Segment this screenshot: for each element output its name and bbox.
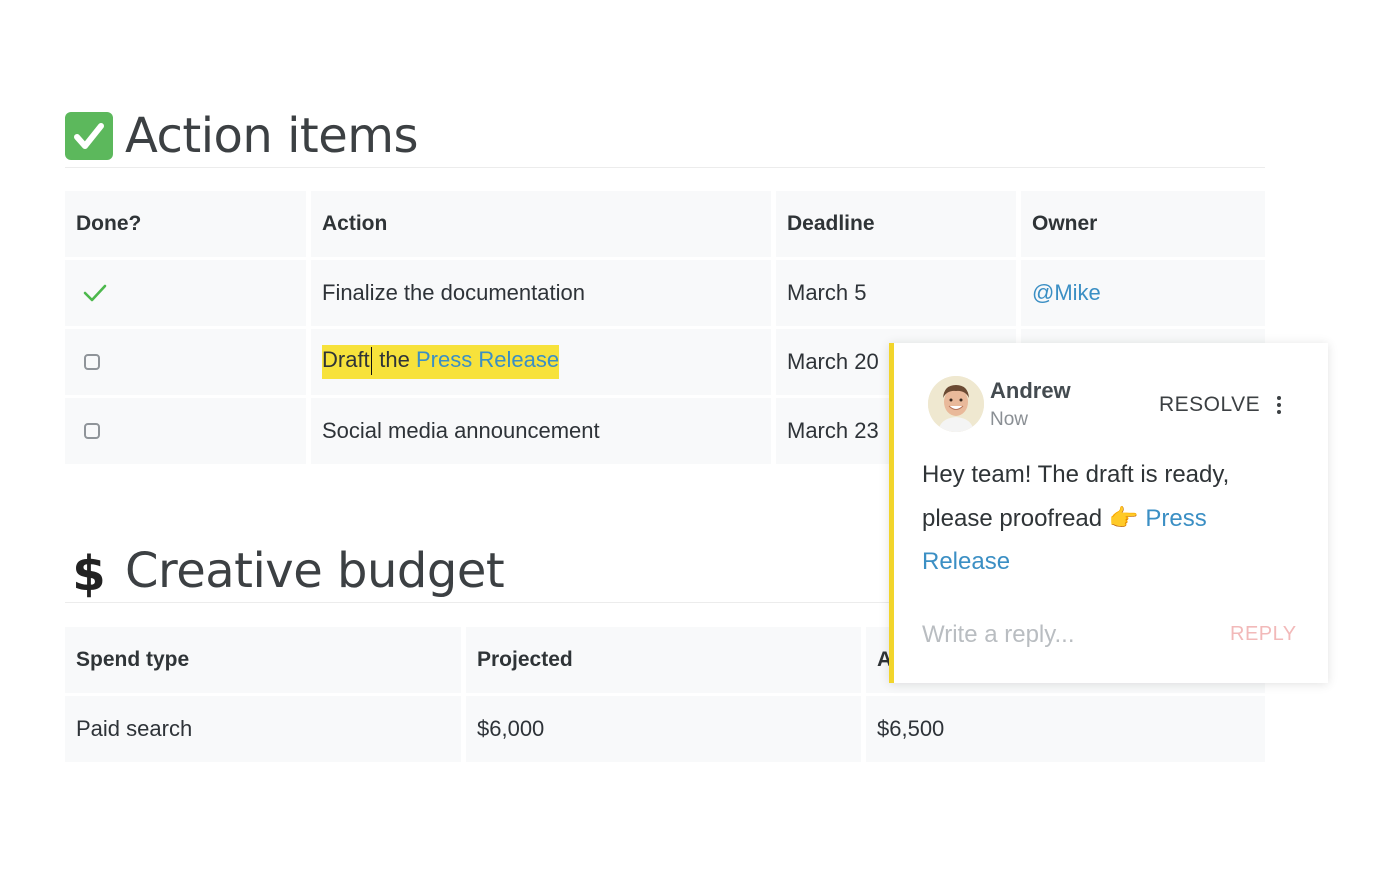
comment-body: Hey team! The draft is ready, please pro… — [922, 453, 1292, 584]
done-cell[interactable] — [65, 329, 306, 395]
owner-cell[interactable]: @Mike — [1021, 260, 1265, 326]
commented-highlight[interactable]: Draft the Press Release — [322, 344, 560, 380]
action-cell[interactable]: Social media announcement — [311, 398, 771, 464]
column-header-owner[interactable]: Owner — [1021, 191, 1265, 257]
check-mark-emoji-icon — [65, 112, 113, 160]
creative-budget-title: Creative budget — [125, 543, 505, 599]
comment-timestamp: Now — [990, 409, 1029, 430]
action-text: Draft — [322, 346, 370, 372]
avatar — [928, 376, 984, 432]
comment-author: Andrew — [990, 378, 1071, 403]
pointing-hand-emoji-icon: 👉 — [1108, 504, 1139, 532]
projected-cell[interactable]: $6,000 — [466, 696, 861, 762]
press-release-link[interactable]: Press Release — [416, 347, 559, 372]
dollar-sign-icon: $ — [72, 546, 106, 602]
comment-card: Andrew Now RESOLVE Hey team! The draft i… — [889, 343, 1328, 683]
more-options-icon[interactable] — [1275, 396, 1283, 418]
action-items-heading: Action items — [65, 105, 1265, 168]
spend-type-cell[interactable]: Paid search — [65, 696, 461, 762]
table-header-row: Done? Action Deadline Owner — [65, 191, 1265, 257]
done-cell[interactable] — [65, 260, 306, 326]
action-text-mid: the — [373, 346, 416, 372]
done-checkbox[interactable] — [84, 354, 100, 370]
table-row: Finalize the documentation March 5 @Mike — [65, 260, 1265, 326]
action-items-title: Action items — [125, 108, 419, 164]
resolve-button[interactable]: RESOLVE — [1159, 393, 1260, 417]
column-header-done[interactable]: Done? — [65, 191, 306, 257]
column-header-projected[interactable]: Projected — [466, 627, 861, 693]
text-caret — [370, 347, 373, 376]
action-cell[interactable]: Finalize the documentation — [311, 260, 771, 326]
reply-button[interactable]: REPLY — [1230, 623, 1297, 646]
checkmark-icon[interactable] — [82, 282, 108, 304]
action-cell[interactable]: Draft the Press Release — [311, 329, 771, 395]
reply-input[interactable] — [922, 621, 1202, 649]
done-cell[interactable] — [65, 398, 306, 464]
column-header-action[interactable]: Action — [311, 191, 771, 257]
actual-cell[interactable]: $6,500 — [866, 696, 1265, 762]
column-header-spend-type[interactable]: Spend type — [65, 627, 461, 693]
deadline-cell[interactable]: March 5 — [776, 260, 1016, 326]
owner-mention-link[interactable]: @Mike — [1032, 280, 1101, 306]
table-row: Paid search $6,000 $6,500 — [65, 696, 1265, 762]
column-header-deadline[interactable]: Deadline — [776, 191, 1016, 257]
done-checkbox[interactable] — [84, 423, 100, 439]
